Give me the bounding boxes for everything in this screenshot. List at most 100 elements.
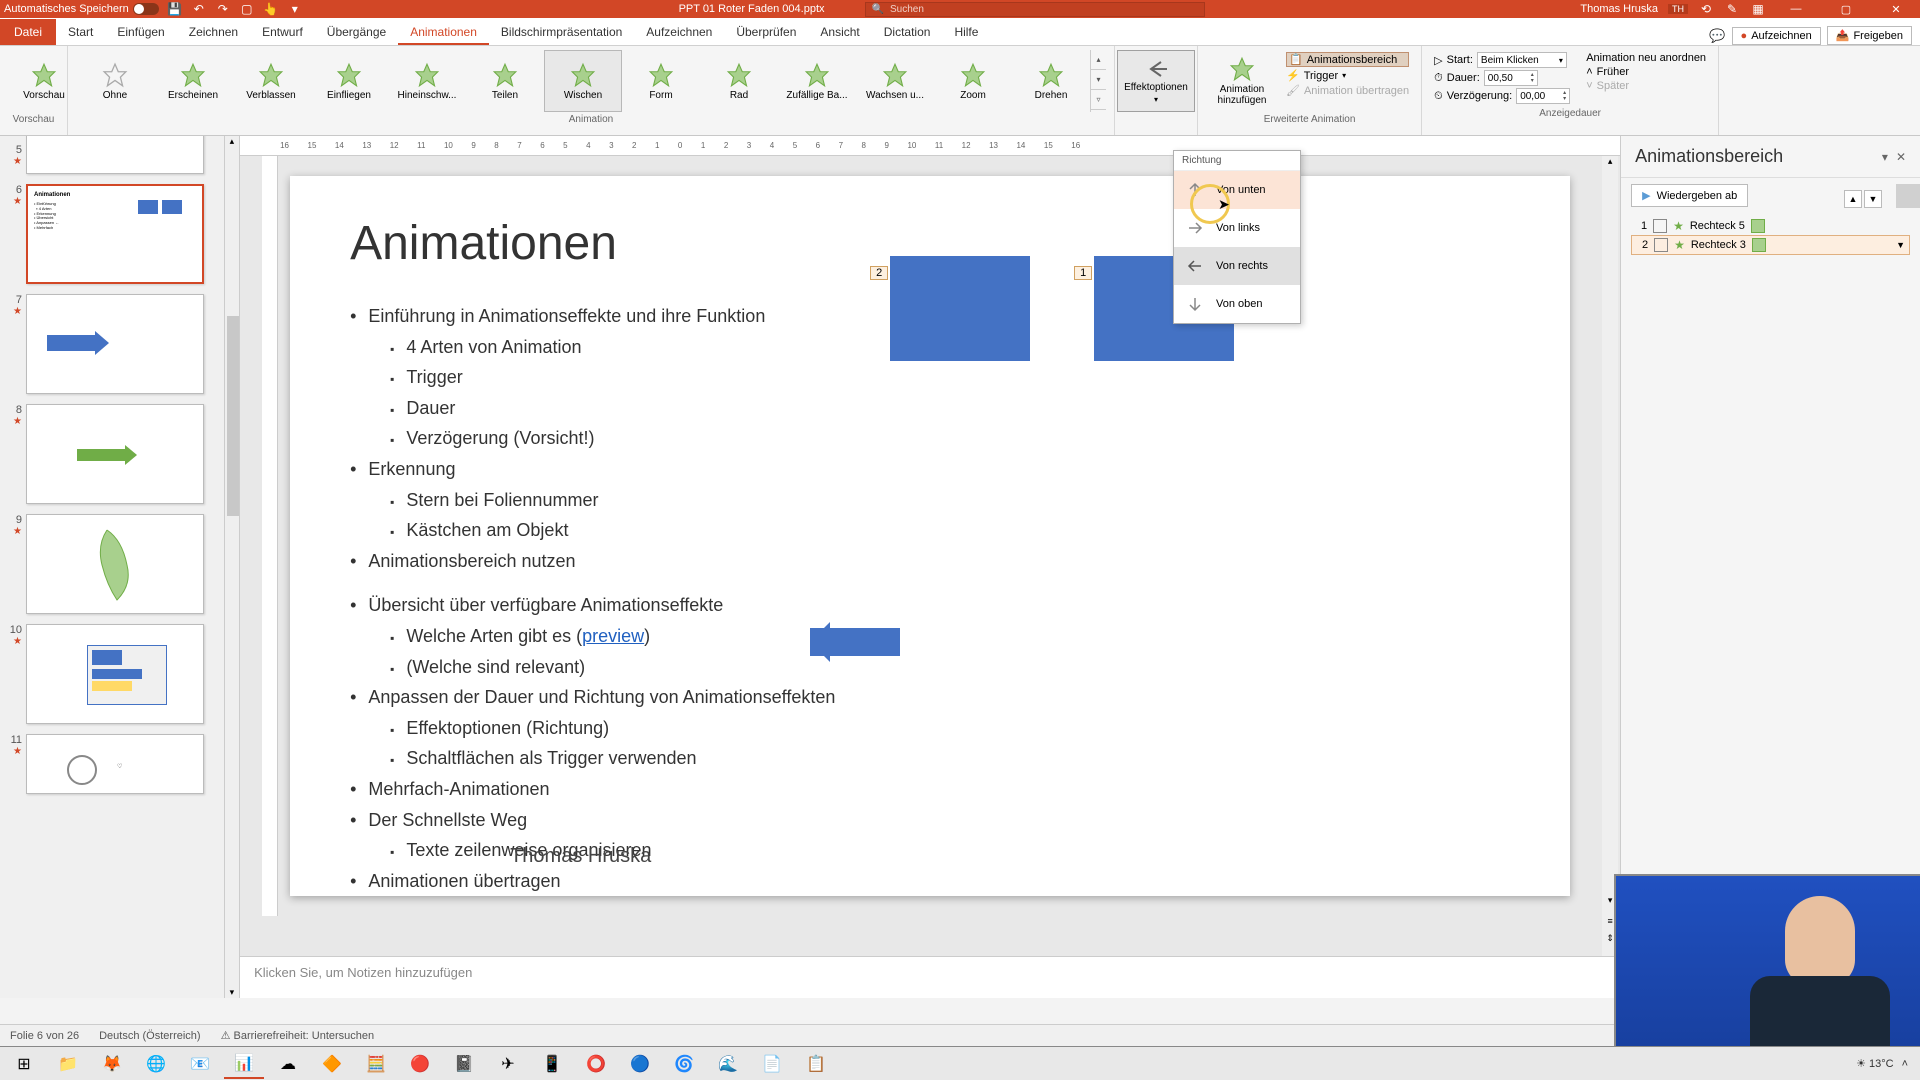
- blue-rect-1[interactable]: [890, 256, 1030, 361]
- tab-bildschirm[interactable]: Bildschirmpräsentation: [489, 21, 634, 45]
- editor-scrollbar[interactable]: ▴▾≡⇕: [1602, 156, 1618, 956]
- earlier-button[interactable]: ˄Früher: [1586, 66, 1706, 78]
- explorer-icon[interactable]: 📁: [48, 1049, 88, 1079]
- anim-zoom[interactable]: Zoom: [934, 50, 1012, 112]
- tab-entwurf[interactable]: Entwurf: [250, 21, 315, 45]
- anim-item-2[interactable]: 2 ★ Rechteck 3 ▼: [1631, 235, 1910, 255]
- anim-wischen[interactable]: Wischen: [544, 50, 622, 112]
- search-input[interactable]: [890, 4, 1198, 15]
- anim-teilen[interactable]: Teilen: [466, 50, 544, 112]
- sync-icon[interactable]: ⟲: [1698, 1, 1714, 17]
- thumb-7[interactable]: [26, 294, 204, 394]
- duration-field[interactable]: ⏱Dauer:00,50▴▾: [1434, 70, 1570, 86]
- gallery-scroll[interactable]: ▴▾▿: [1090, 50, 1106, 112]
- app-icon[interactable]: ▦: [1750, 1, 1766, 17]
- tab-aufzeichnen[interactable]: Aufzeichnen: [634, 21, 724, 45]
- slide-counter[interactable]: Folie 6 von 26: [10, 1030, 79, 1042]
- direction-von-oben[interactable]: Von oben: [1174, 285, 1300, 323]
- app4-icon[interactable]: ⭕: [576, 1049, 616, 1079]
- search-box[interactable]: 🔍: [865, 2, 1205, 17]
- anim-badge-2[interactable]: 2: [870, 266, 888, 280]
- slide-canvas[interactable]: Animationen 2 1 Einführung in Animations…: [290, 176, 1570, 896]
- qat-more-icon[interactable]: ▾: [287, 1, 303, 17]
- play-from-button[interactable]: ▶Wiedergeben ab: [1631, 184, 1748, 207]
- tab-file[interactable]: Datei: [0, 19, 56, 45]
- slideshow-icon[interactable]: ▢: [239, 1, 255, 17]
- tab-ueberpruefen[interactable]: Überprüfen: [724, 21, 808, 45]
- effect-options-button[interactable]: Effektoptionen ▾: [1117, 50, 1195, 112]
- user-name[interactable]: Thomas Hruska: [1580, 3, 1658, 15]
- firefox-icon[interactable]: 🦊: [92, 1049, 132, 1079]
- anim-verblassen[interactable]: Verblassen: [232, 50, 310, 112]
- tab-einfuegen[interactable]: Einfügen: [105, 21, 176, 45]
- delay-field[interactable]: ⏲Verzögerung:00,00▴▾: [1434, 88, 1570, 104]
- tray-up-icon[interactable]: ˄: [1902, 1058, 1908, 1070]
- anim-wachsen[interactable]: Wachsen u...: [856, 50, 934, 112]
- thumb-6[interactable]: Animationen• Einführung ▪ 4 Arten• Erken…: [26, 184, 204, 284]
- close-button[interactable]: ✕: [1876, 0, 1916, 18]
- accessibility-check[interactable]: ⚠ Barrierefreiheit: Untersuchen: [221, 1029, 375, 1042]
- user-initials[interactable]: TH: [1668, 4, 1688, 14]
- undo-icon[interactable]: ↶: [191, 1, 207, 17]
- anim-drehen[interactable]: Drehen: [1012, 50, 1090, 112]
- onenote-icon[interactable]: 📓: [444, 1049, 484, 1079]
- start-field[interactable]: ▷Start:Beim Klicken▾: [1434, 52, 1570, 68]
- app5-icon[interactable]: 🔵: [620, 1049, 660, 1079]
- dropdown-icon[interactable]: ▼: [1896, 240, 1905, 250]
- toggle-switch[interactable]: [133, 3, 159, 15]
- tab-uebergaenge[interactable]: Übergänge: [315, 21, 398, 45]
- anim-zufaellige[interactable]: Zufällige Ba...: [778, 50, 856, 112]
- pane-extra-button[interactable]: [1896, 184, 1920, 208]
- animation-pane-toggle[interactable]: 📋Animationsbereich: [1286, 52, 1409, 67]
- touch-icon[interactable]: 👆: [263, 1, 279, 17]
- vlc-icon[interactable]: 🔶: [312, 1049, 352, 1079]
- tab-animationen[interactable]: Animationen: [398, 21, 489, 45]
- app-icon[interactable]: ☁: [268, 1049, 308, 1079]
- add-animation-button[interactable]: Animation hinzufügen: [1206, 50, 1278, 112]
- anim-item-1[interactable]: 1 ★ Rechteck 5: [1631, 217, 1910, 235]
- powerpoint-icon[interactable]: 📊: [224, 1049, 264, 1079]
- anim-badge-1[interactable]: 1: [1074, 266, 1092, 280]
- thumb-5[interactable]: [26, 136, 204, 174]
- start-button[interactable]: ⊞: [4, 1049, 44, 1079]
- tab-dictation[interactable]: Dictation: [872, 21, 943, 45]
- anim-erscheinen[interactable]: Erscheinen: [154, 50, 232, 112]
- tab-ansicht[interactable]: Ansicht: [808, 21, 871, 45]
- redo-icon[interactable]: ↷: [215, 1, 231, 17]
- pane-options-icon[interactable]: ▾: [1882, 150, 1888, 164]
- anim-hineinschweben[interactable]: Hineinschw...: [388, 50, 466, 112]
- tab-start[interactable]: Start: [56, 21, 105, 45]
- calc-icon[interactable]: 🧮: [356, 1049, 396, 1079]
- record-button[interactable]: ●Aufzeichnen: [1732, 27, 1821, 45]
- anim-einfliegen[interactable]: Einfliegen: [310, 50, 388, 112]
- tab-zeichnen[interactable]: Zeichnen: [177, 21, 250, 45]
- edge-icon[interactable]: 🌊: [708, 1049, 748, 1079]
- later-button[interactable]: ˅Später: [1586, 80, 1706, 92]
- transfer-button[interactable]: 🖌Animation übertragen: [1286, 84, 1409, 97]
- chrome-icon[interactable]: 🌐: [136, 1049, 176, 1079]
- direction-von-links[interactable]: Von links: [1174, 209, 1300, 247]
- pane-close-icon[interactable]: ✕: [1896, 150, 1906, 164]
- thumb-8[interactable]: [26, 404, 204, 504]
- weather-widget[interactable]: ☀ 13°C: [1856, 1057, 1894, 1070]
- minimize-button[interactable]: —: [1776, 0, 1816, 18]
- app3-icon[interactable]: 📱: [532, 1049, 572, 1079]
- word-icon[interactable]: 📄: [752, 1049, 792, 1079]
- move-down-button[interactable]: ▼: [1864, 190, 1882, 208]
- thumb-scrollbar[interactable]: ▴▾: [225, 136, 241, 998]
- outlook-icon[interactable]: 📧: [180, 1049, 220, 1079]
- autosave-toggle[interactable]: Automatisches Speichern: [4, 3, 159, 15]
- direction-von-rechts[interactable]: Von rechts: [1174, 247, 1300, 285]
- notes-area[interactable]: Klicken Sie, um Notizen hinzuzufügen: [240, 956, 1620, 998]
- anim-rad[interactable]: Rad: [700, 50, 778, 112]
- maximize-button[interactable]: ▢: [1826, 0, 1866, 18]
- app6-icon[interactable]: 🌀: [664, 1049, 704, 1079]
- move-up-button[interactable]: ▲: [1844, 190, 1862, 208]
- share-button[interactable]: 📤Freigeben: [1827, 26, 1912, 45]
- app7-icon[interactable]: 📋: [796, 1049, 836, 1079]
- blue-arrow[interactable]: [810, 628, 900, 656]
- slide-panel[interactable]: 5★ 6★Animationen• Einführung ▪ 4 Arten• …: [0, 136, 225, 998]
- anim-ohne[interactable]: Ohne: [76, 50, 154, 112]
- telegram-icon[interactable]: ✈: [488, 1049, 528, 1079]
- pen-icon[interactable]: ✎: [1724, 1, 1740, 17]
